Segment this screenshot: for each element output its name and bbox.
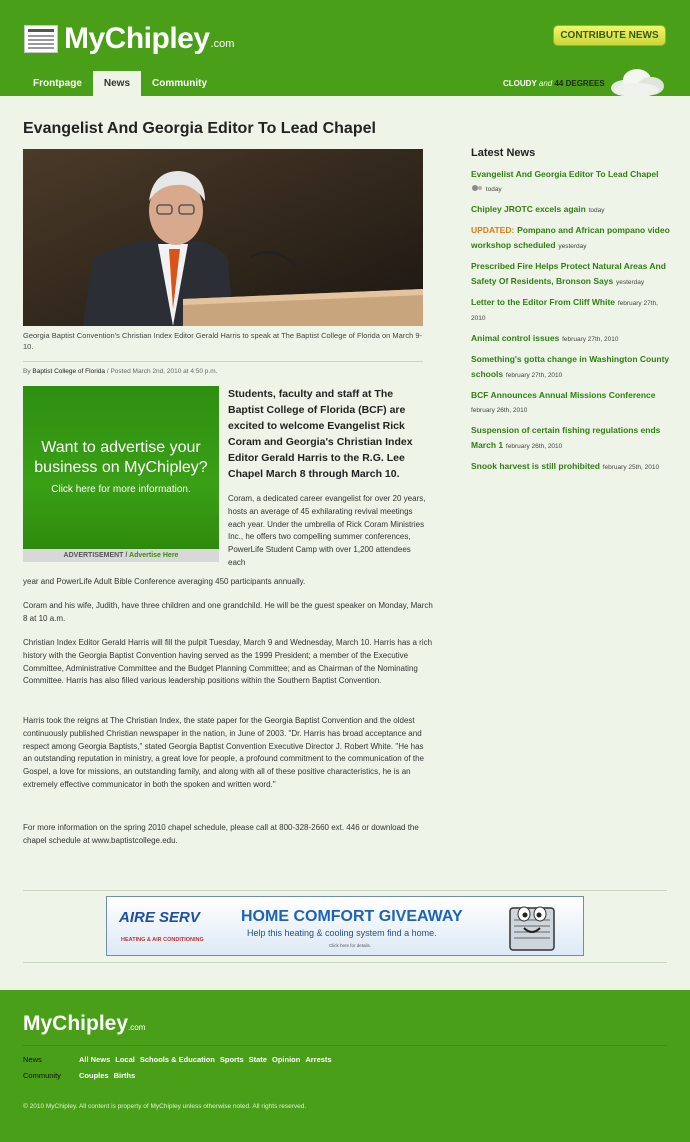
news-date: february 26th, 2010 (505, 443, 563, 450)
list-item: BCF Announces Annual Missions Conference… (471, 388, 671, 418)
comment-icon (472, 185, 482, 192)
footer-link-arrests[interactable]: Arrests (305, 1055, 331, 1064)
footer-community-links: Community Couples Births (23, 1071, 140, 1080)
cloud-icon (611, 69, 664, 97)
byline-posted: Posted (110, 368, 131, 375)
news-date: today (588, 207, 605, 214)
banner-headline: HOME COMFORT GIVEAWAY (241, 908, 463, 925)
article-paragraph: Christian Index Editor Gerald Harris wil… (23, 638, 433, 686)
byline-separator: / (106, 368, 109, 375)
article-paragraph: Coram, a dedicated career evangelist for… (228, 494, 426, 567)
list-item: Letter to the Editor From Cliff White fe… (471, 295, 671, 326)
divider (23, 361, 423, 362)
site-logo[interactable]: MyChipley .com (24, 22, 234, 56)
footer-link-state[interactable]: State (249, 1055, 267, 1064)
footer-link-couples[interactable]: Couples (79, 1071, 109, 1080)
news-link[interactable]: Suspension of certain fishing regulation… (471, 425, 660, 450)
news-link[interactable]: Chipley JROTC excels again (471, 204, 586, 214)
site-header: MyChipley .com CONTRIBUTE NEWS Frontpage… (0, 0, 690, 97)
footer-section-label: News (23, 1055, 42, 1064)
site-footer: MyChipley.com News All News Local School… (0, 990, 690, 1142)
byline-date: March 2nd, 2010 at 4:50 p.m. (132, 368, 218, 375)
copyright-notice: © 2010 MyChipley. All content is propert… (23, 1103, 307, 1110)
advertise-here-link[interactable]: Advertise Here (129, 552, 178, 559)
logo-text: MyChipley (64, 22, 210, 55)
news-link[interactable]: Evangelist And Georgia Editor To Lead Ch… (471, 169, 659, 179)
ad-headline: Want to advertise your business on MyChi… (34, 439, 208, 476)
advertise-ad[interactable]: Want to advertise your business on MyChi… (23, 386, 219, 562)
news-date: today (485, 186, 502, 193)
weather-joiner: and (538, 79, 553, 88)
news-link[interactable]: Snook harvest is still prohibited (471, 461, 600, 471)
nav-tab-news[interactable]: News (92, 71, 142, 96)
list-item: Prescribed Fire Helps Protect Natural Ar… (471, 259, 671, 290)
footer-news-links: News All News Local Schools & Education … (23, 1055, 337, 1064)
nav-tab-frontpage[interactable]: Frontpage (22, 71, 93, 96)
article-paragraph: Harris took the reigns at The Christian … (23, 716, 424, 789)
updated-badge: UPDATED: (471, 225, 515, 235)
article-lead: Students, faculty and staff at The Bapti… (228, 388, 413, 480)
list-item: Evangelist And Georgia Editor To Lead Ch… (471, 167, 671, 197)
list-item: Something's gotta change in Washington C… (471, 352, 671, 383)
list-item: UPDATED: Pompano and African pompano vid… (471, 223, 671, 254)
article-paragraph: year and PowerLife Adult Bible Conferenc… (23, 577, 306, 586)
ad-label: ADVERTISEMENT / Advertise Here (23, 549, 219, 562)
latest-news-heading: Latest News (471, 147, 536, 159)
news-date: yesterday (615, 279, 645, 286)
footer-link-opinion[interactable]: Opinion (272, 1055, 300, 1064)
footer-link-sports[interactable]: Sports (220, 1055, 244, 1064)
article-photo (23, 149, 423, 326)
news-date: february 25th, 2010 (602, 464, 660, 471)
newspaper-icon (24, 25, 58, 53)
article-paragraph: Coram and his wife, Judith, have three c… (23, 601, 433, 623)
weather-temperature: 44 DEGREES (554, 79, 605, 88)
weather-readout: CLOUDY and 44 DEGREES (503, 79, 605, 88)
byline-by: By (23, 368, 31, 375)
news-date: yesterday (558, 243, 587, 250)
news-link[interactable]: BCF Announces Annual Missions Conference (471, 390, 656, 400)
article-paragraph: For more information on the spring 2010 … (23, 823, 419, 845)
list-item: Suspension of certain fishing regulation… (471, 423, 671, 454)
aire-serv-banner-ad[interactable]: AIRE SERV HEATING & AIR CONDITIONING HOM… (106, 896, 584, 956)
banner-brand: AIRE SERV (119, 909, 200, 926)
air-conditioner-mascot-icon (509, 906, 555, 951)
list-item: Animal control issues february 27th, 201… (471, 331, 671, 347)
article-title: Evangelist And Georgia Editor To Lead Ch… (23, 120, 376, 137)
ad-panel[interactable]: Want to advertise your business on MyChi… (23, 386, 219, 549)
banner-details: Click here for details. (329, 943, 372, 948)
byline-author[interactable]: Baptist College of Florida (32, 368, 105, 375)
footer-link-local[interactable]: Local (115, 1055, 135, 1064)
divider (23, 890, 667, 891)
list-item: Snook harvest is still prohibited februa… (471, 459, 671, 475)
news-link[interactable]: Animal control issues (471, 333, 559, 343)
banner-brand-sub: HEATING & AIR CONDITIONING (121, 937, 204, 943)
news-link[interactable]: Something's gotta change in Washington C… (471, 354, 669, 379)
main-nav: Frontpage News Community (22, 71, 218, 96)
footer-logo[interactable]: MyChipley.com (23, 1012, 145, 1036)
contribute-news-button[interactable]: CONTRIBUTE NEWS (553, 25, 666, 46)
article-byline: By Baptist College of Florida / Posted M… (23, 368, 217, 375)
banner-subtext: Help this heating & cooling system find … (247, 928, 437, 938)
weather-condition: CLOUDY (503, 79, 537, 88)
footer-section-label: Community (23, 1071, 61, 1080)
latest-news-list: Evangelist And Georgia Editor To Lead Ch… (471, 167, 671, 480)
divider (23, 1045, 667, 1046)
logo-suffix: .com (210, 38, 235, 50)
news-link[interactable]: Letter to the Editor From Cliff White (471, 297, 615, 307)
list-item: Chipley JROTC excels again today (471, 202, 671, 218)
news-date: february 27th, 2010 (505, 372, 563, 379)
divider (23, 962, 667, 963)
footer-link-births[interactable]: Births (114, 1071, 136, 1080)
ad-subtext: Click here for more information. (51, 484, 191, 495)
news-date: february 27th, 2010 (562, 336, 619, 343)
nav-tab-community[interactable]: Community (141, 71, 218, 96)
news-date: february 26th, 2010 (471, 407, 528, 414)
footer-link-all-news[interactable]: All News (79, 1055, 110, 1064)
photo-caption: Georgia Baptist Convention's Christian I… (23, 331, 422, 351)
footer-link-schools[interactable]: Schools & Education (140, 1055, 215, 1064)
